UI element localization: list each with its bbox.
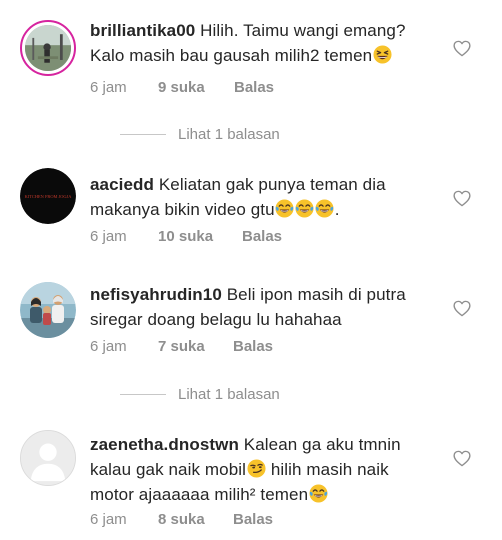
likes-count[interactable]: 10 suka [158,227,242,247]
view-replies-label: Lihat 1 balasan [178,125,280,143]
like-heart-icon[interactable] [453,300,471,317]
view-replies-label: Lihat 1 balasan [178,385,280,403]
face-with-tears-of-joy-icon [295,199,314,218]
view-replies-button[interactable]: Lihat 1 balasan [120,124,280,144]
comment-meta: 6 jam 9 suka Balas [90,78,274,98]
comment-body: zaenetha.dnostwn Kalean ga aku tmnin kal… [90,432,435,507]
reply-button[interactable]: Balas [242,227,282,247]
timestamp: 6 jam [90,228,127,245]
face-with-tears-of-joy-icon [275,199,294,218]
username[interactable]: brilliantika00 [90,21,195,40]
avatar-photo [25,25,71,71]
face-with-tears-of-joy-icon [315,199,334,218]
comment-meta: 6 jam 7 suka Balas [90,337,273,357]
avatar-logo: KITCHEN FROM JOGJA [20,168,76,224]
username[interactable]: zaenetha.dnostwn [90,435,239,454]
reply-button[interactable]: Balas [234,78,274,98]
timestamp: 6 jam [90,338,127,355]
like-heart-icon[interactable] [453,40,471,57]
comment-text-end: . [334,200,340,219]
likes-count[interactable]: 8 suka [158,510,233,530]
timestamp: 6 jam [90,511,127,528]
divider-line [120,133,166,135]
comment-meta: 6 jam 10 suka Balas [90,227,282,247]
username[interactable]: nefisyahrudin10 [90,285,222,304]
default-avatar-icon [21,431,75,485]
avatar-photo [20,282,76,338]
username[interactable]: aaciedd [90,175,154,194]
view-replies-button[interactable]: Lihat 1 balasan [120,384,280,404]
avatar[interactable] [20,282,76,338]
face-with-tears-of-joy-icon [309,484,328,503]
reply-button[interactable]: Balas [233,337,273,357]
timestamp: 6 jam [90,79,127,96]
divider-line [120,393,166,395]
like-heart-icon[interactable] [453,190,471,207]
avatar-logo-text: KITCHEN FROM JOGJA [25,194,73,199]
avatar[interactable] [20,20,76,76]
comment-body: brilliantika00 Hilih. Taimu wangi emang?… [90,18,435,68]
smirking-face-icon [247,459,266,478]
avatar[interactable] [20,430,76,486]
likes-count[interactable]: 9 suka [158,78,234,98]
comment-body: aaciedd Keliatan gak punya teman dia mak… [90,172,435,222]
comment-body: nefisyahrudin10 Beli ipon masih di putra… [90,282,435,332]
comment-meta: 6 jam 8 suka Balas [90,510,273,530]
likes-count[interactable]: 7 suka [158,337,233,357]
reply-button[interactable]: Balas [233,510,273,530]
like-heart-icon[interactable] [453,450,471,467]
avatar[interactable]: KITCHEN FROM JOGJA [20,168,76,224]
grinning-squinting-face-icon [373,45,392,64]
